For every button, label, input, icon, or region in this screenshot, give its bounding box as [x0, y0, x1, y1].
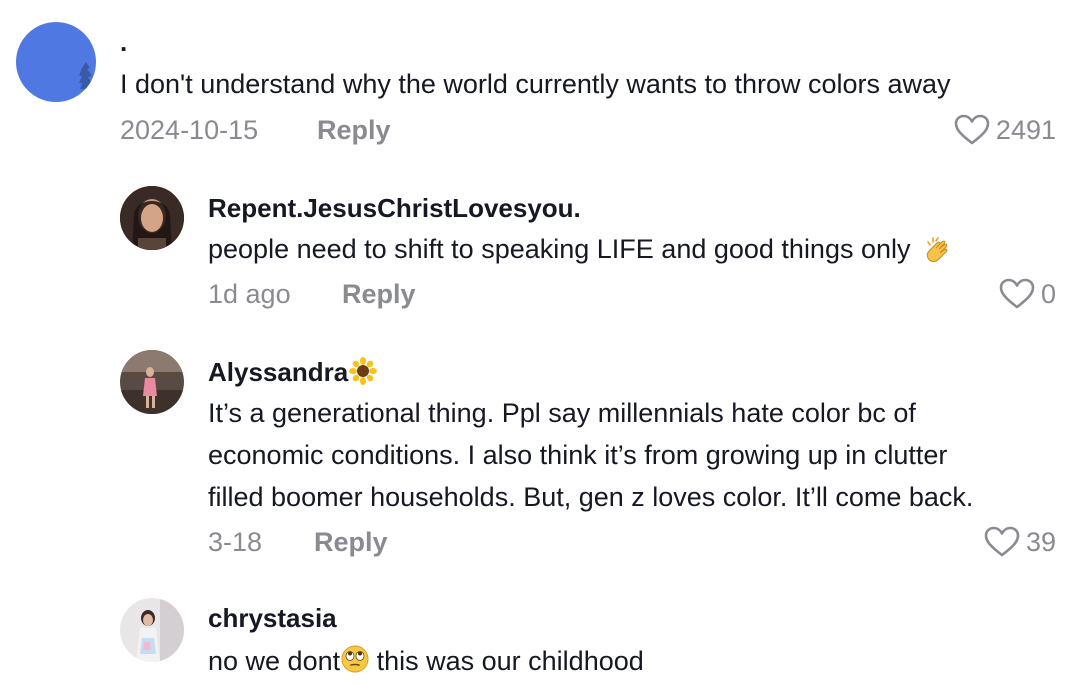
reply-button[interactable]: Reply [342, 278, 416, 310]
reply-text: people need to shift to speaking LIFE an… [208, 228, 954, 270]
reply-text-after-emoji: this was our childhood [369, 646, 644, 676]
avatar[interactable] [120, 186, 184, 250]
rolling-eyes-icon [341, 645, 369, 673]
reply-text-before-emoji: no we dont [208, 646, 341, 676]
like-button[interactable]: 2491 [954, 114, 1056, 146]
profile-photo-icon [120, 186, 184, 250]
reply-username[interactable]: Alyssandra [208, 356, 378, 388]
avatar[interactable] [120, 598, 184, 662]
reply-username-text: Alyssandra [208, 357, 349, 387]
comment-username[interactable]: . [120, 26, 127, 58]
like-count: 2491 [995, 115, 1056, 145]
like-count: 0 [1040, 279, 1056, 309]
profile-photo-icon [120, 350, 184, 414]
reply-date: 3-18 [208, 527, 263, 557]
comment-date: 2024-10-15 [120, 115, 259, 145]
heart-icon [999, 278, 1035, 309]
heart-icon [954, 114, 990, 145]
heart-icon [984, 526, 1020, 557]
avatar[interactable] [16, 22, 96, 102]
tree-silhouette-icon [79, 62, 92, 100]
reply-text-line: economic conditions. I also think it’s f… [208, 440, 948, 470]
reply-button[interactable]: Reply [314, 526, 388, 558]
reply-button[interactable]: Reply [317, 114, 391, 146]
reply-text-line: It’s a generational thing. Ppl say mille… [208, 398, 916, 428]
like-button[interactable]: 39 [984, 526, 1056, 558]
reply-username[interactable]: Repent.JesusChristLovesyou. [208, 192, 581, 224]
reply-date: 1d ago [208, 279, 291, 309]
comment-text: I don't understand why the world current… [120, 69, 951, 99]
reply-text: no we dont this was our childhood [208, 640, 644, 682]
like-button[interactable]: 0 [999, 278, 1056, 310]
profile-photo-icon [120, 598, 184, 662]
clapping-hands-icon [926, 237, 948, 262]
reply-text-line: filled boomer households. But, gen z lov… [208, 482, 974, 512]
sunflower-icon [349, 357, 378, 385]
reply-text-content: people need to shift to speaking LIFE an… [208, 234, 911, 264]
avatar[interactable] [120, 350, 184, 414]
like-count: 39 [1025, 527, 1056, 557]
reply-username[interactable]: chrystasia [208, 602, 337, 634]
